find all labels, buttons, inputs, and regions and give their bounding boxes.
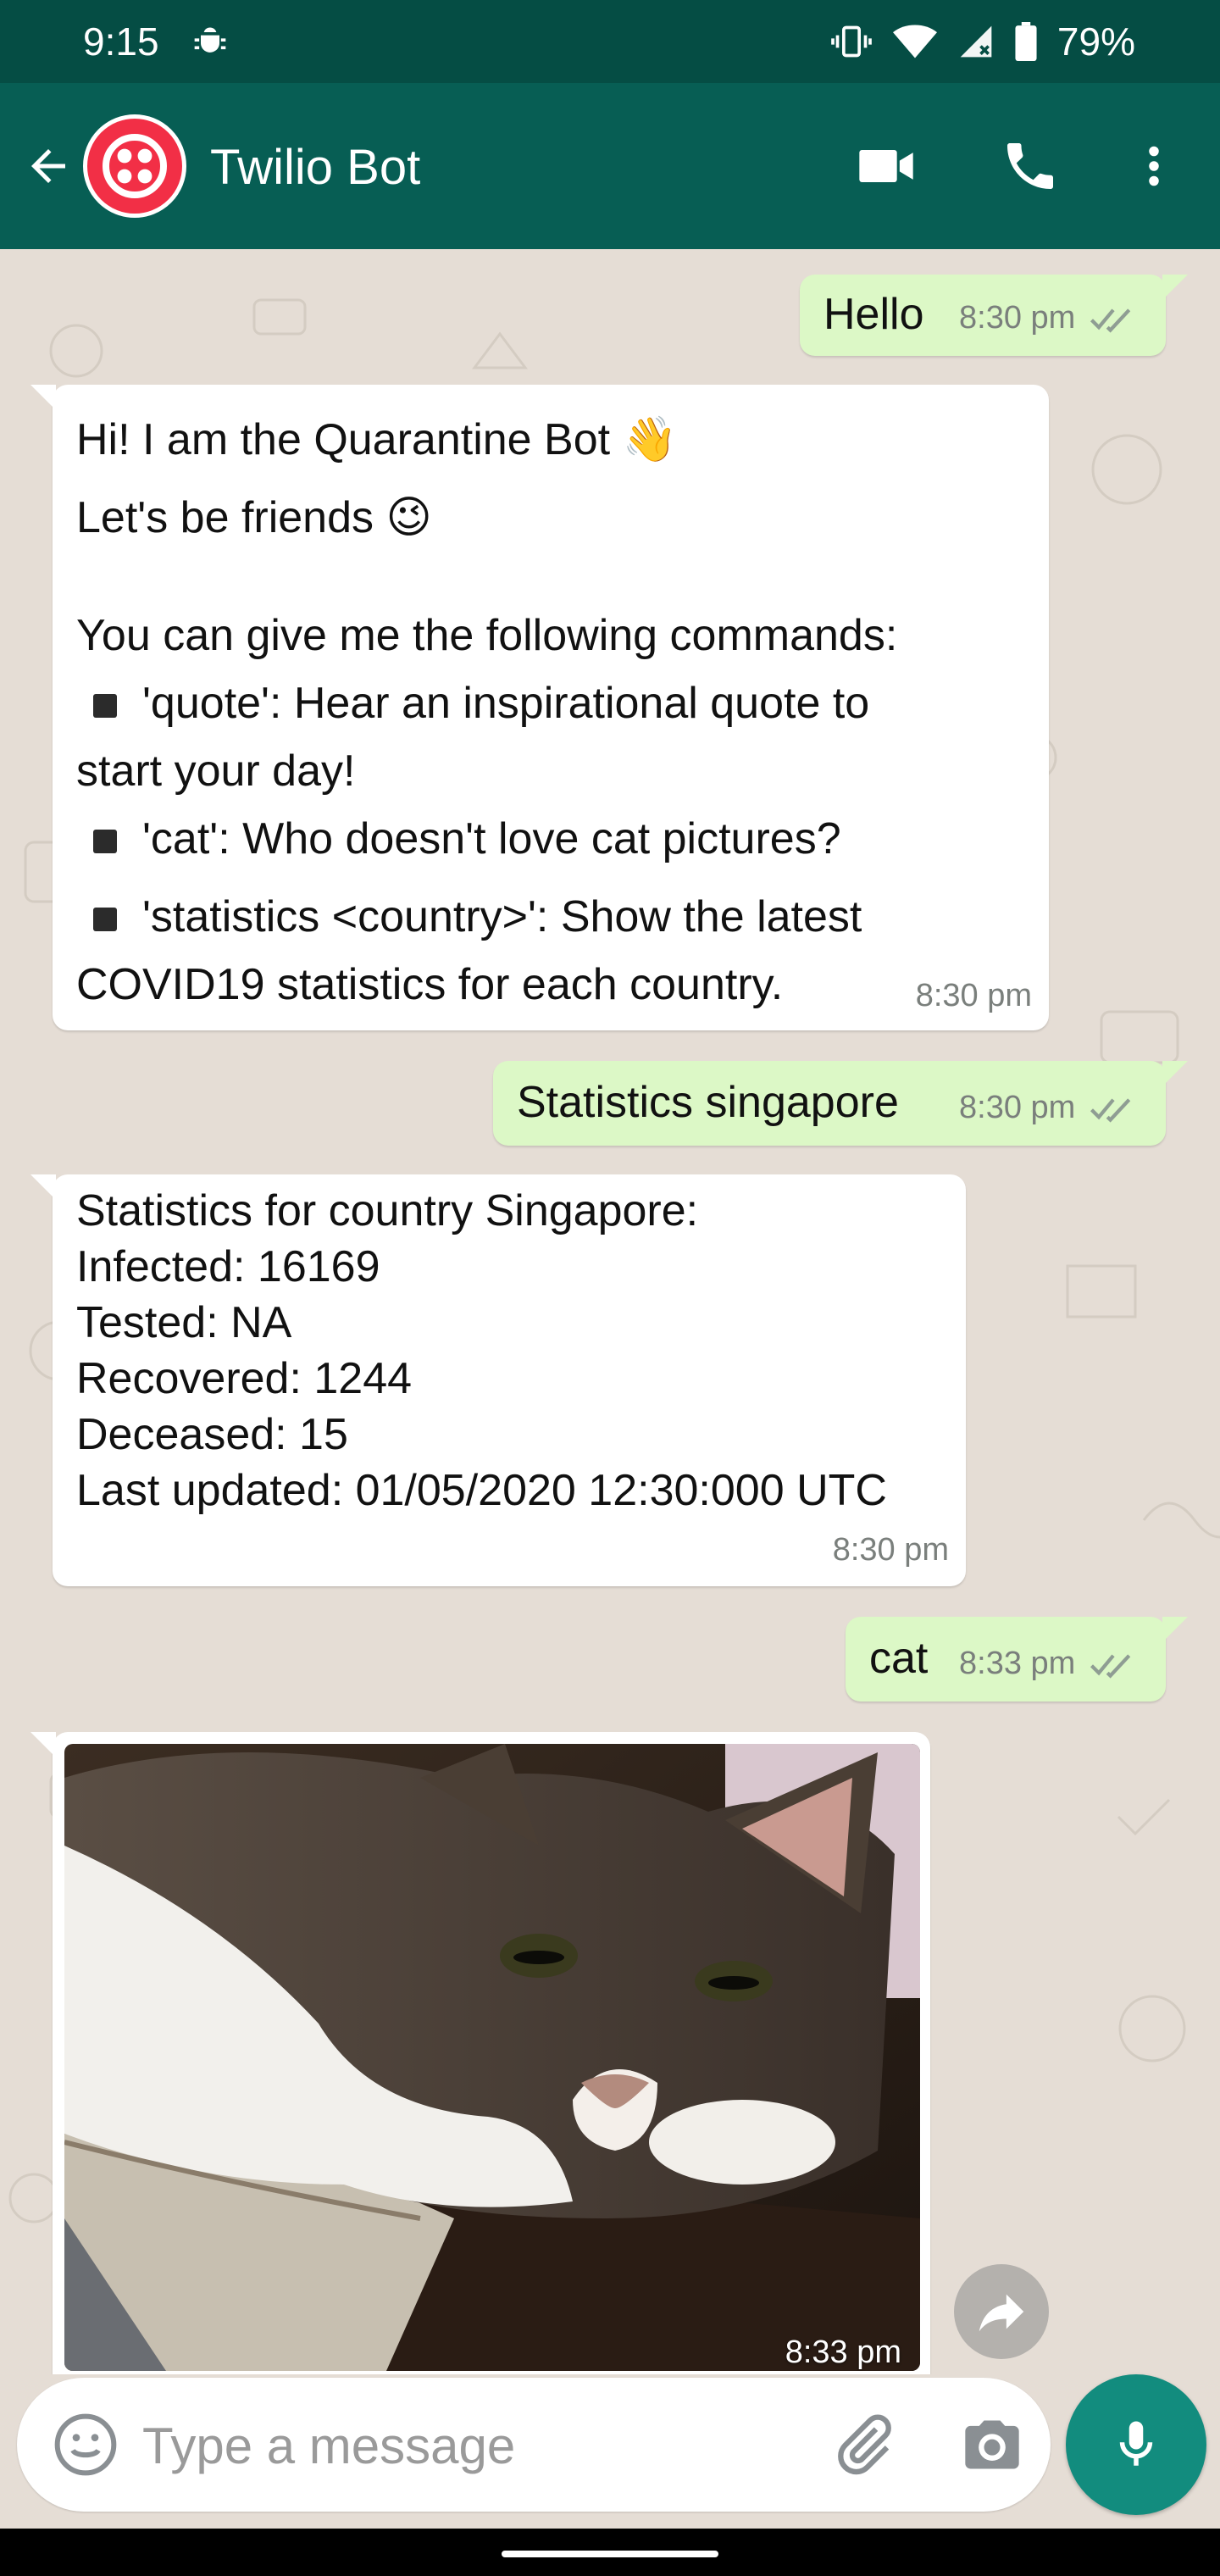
video-call-icon[interactable] bbox=[852, 132, 920, 200]
read-receipt-icon bbox=[1089, 1650, 1138, 1679]
intro-line-1: Hi! I am the Quarantine Bot 👋 bbox=[76, 415, 678, 464]
incoming-message[interactable]: Hi! I am the Quarantine Bot 👋 Let's be f… bbox=[30, 385, 1049, 1030]
attach-icon[interactable] bbox=[827, 2408, 900, 2481]
mic-button[interactable] bbox=[1066, 2374, 1206, 2515]
more-vert-icon[interactable] bbox=[1120, 132, 1188, 200]
bullet-icon bbox=[93, 830, 117, 854]
message-text: Hello bbox=[824, 290, 924, 339]
message-composer bbox=[17, 2378, 1051, 2512]
message-time: 8:33 pm bbox=[959, 1646, 1076, 1681]
message-time: 8:30 pm bbox=[915, 978, 1032, 1013]
twilio-logo bbox=[103, 134, 167, 198]
read-receipt-icon bbox=[1089, 1094, 1138, 1123]
status-time: 9:15 bbox=[83, 19, 159, 64]
chat-area[interactable]: Hello 8:30 pm Hi! I am the Quarantine Bo… bbox=[0, 249, 1220, 2374]
system-nav-bar bbox=[0, 2529, 1220, 2576]
message-time: 8:30 pm bbox=[959, 300, 1076, 336]
command-item-cat: 'cat': Who doesn't love cat pictures? bbox=[76, 805, 1025, 883]
message-time: 8:30 pm bbox=[959, 1090, 1076, 1125]
home-gesture-pill[interactable] bbox=[502, 2551, 718, 2557]
battery-percent: 79% bbox=[1056, 19, 1135, 64]
emoji-icon[interactable] bbox=[49, 2408, 122, 2481]
stats-line: Tested: NA bbox=[76, 1298, 292, 1347]
battery-icon bbox=[1015, 22, 1037, 61]
command-item-statistics: 'statistics <country>': Show the latest bbox=[76, 883, 1025, 951]
stats-line: Deceased: 15 bbox=[76, 1410, 348, 1459]
outgoing-message[interactable]: Hello 8:30 pm bbox=[800, 275, 1188, 356]
incoming-message[interactable]: Statistics for country Singapore: Infect… bbox=[30, 1174, 966, 1586]
forward-button[interactable] bbox=[954, 2264, 1049, 2359]
status-bar: 9:15 79% bbox=[0, 0, 1220, 83]
outgoing-message[interactable]: Statistics singapore 8:30 pm bbox=[493, 1061, 1188, 1146]
message-input[interactable] bbox=[142, 2403, 786, 2488]
bullet-icon bbox=[93, 908, 117, 932]
message-time: 8:30 pm bbox=[832, 1532, 949, 1568]
read-receipt-icon bbox=[1089, 304, 1138, 333]
bullet-icon bbox=[93, 694, 117, 719]
phone-icon[interactable] bbox=[996, 132, 1064, 200]
debug-icon bbox=[191, 23, 229, 60]
avatar[interactable] bbox=[83, 114, 186, 218]
forward-icon bbox=[979, 2294, 1024, 2332]
mic-icon bbox=[1119, 2421, 1153, 2466]
image-time: 8:33 pm bbox=[785, 2334, 901, 2370]
message-text: cat bbox=[869, 1634, 929, 1683]
camera-icon[interactable] bbox=[956, 2408, 1029, 2481]
commands-heading: You can give me the following commands: bbox=[76, 611, 898, 660]
intro-line-2: Let's be friends 😉 bbox=[76, 493, 432, 542]
command-item-statistics-cont: COVID19 statistics for each country. bbox=[76, 960, 784, 1009]
contact-name[interactable]: Twilio Bot bbox=[210, 139, 420, 196]
cat-photo[interactable]: 8:33 pm bbox=[64, 1744, 920, 2371]
stats-line: Last updated: 01/05/2020 12:30:000 UTC bbox=[76, 1466, 887, 1515]
message-text: Statistics singapore bbox=[517, 1078, 899, 1127]
wifi-icon bbox=[892, 23, 937, 60]
stats-line: Infected: 16169 bbox=[76, 1242, 380, 1291]
back-arrow-icon[interactable] bbox=[19, 134, 78, 198]
signal-icon bbox=[957, 23, 995, 60]
outgoing-message[interactable]: cat 8:33 pm bbox=[846, 1617, 1188, 1702]
vibrate-icon bbox=[830, 23, 873, 60]
command-item-quote: 'quote': Hear an inspirational quote to bbox=[76, 669, 1025, 737]
command-item-quote-cont: start your day! bbox=[76, 747, 356, 796]
chat-header: Twilio Bot bbox=[0, 83, 1220, 249]
stats-line: Recovered: 1244 bbox=[76, 1354, 413, 1403]
incoming-image-message[interactable]: 8:33 pm bbox=[30, 1732, 930, 2374]
stats-line: Statistics for country Singapore: bbox=[76, 1186, 699, 1235]
